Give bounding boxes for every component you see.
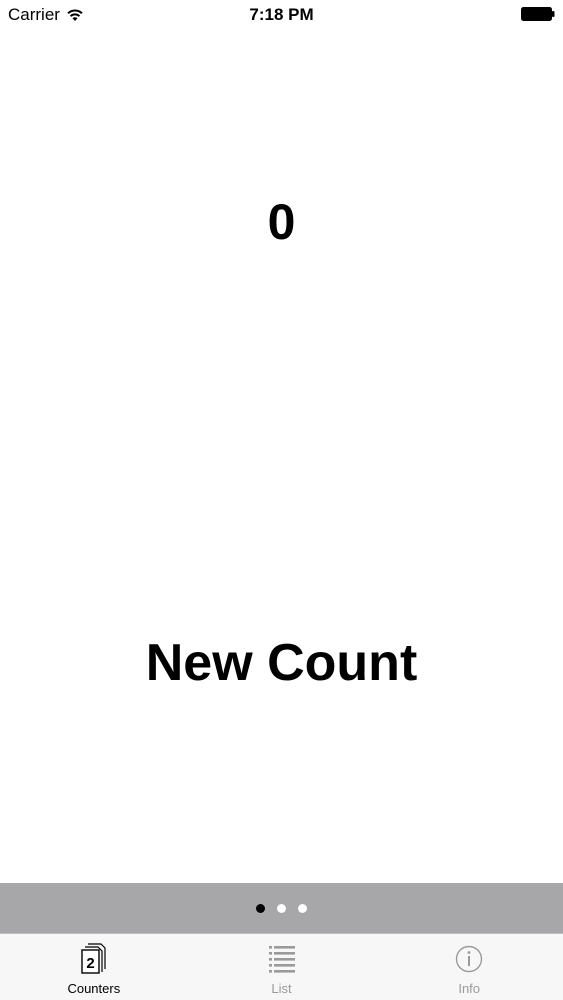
- tab-bar: 2 Counters List Info: [0, 933, 563, 1000]
- tab-counters-label: Counters: [67, 981, 121, 996]
- tab-list[interactable]: List: [188, 934, 376, 1000]
- page-indicator[interactable]: [0, 883, 563, 933]
- tab-counters[interactable]: 2 Counters: [0, 934, 188, 1000]
- page-dot-3[interactable]: [298, 903, 307, 913]
- new-count-button[interactable]: New Count: [100, 628, 463, 698]
- tab-info-label: Info: [458, 981, 481, 996]
- counters-icon: 2: [81, 943, 106, 974]
- page-dot-2[interactable]: [277, 903, 286, 913]
- page-dot-1[interactable]: [256, 903, 265, 913]
- tab-list-label: List: [271, 981, 292, 996]
- counters-badge: 2: [86, 955, 94, 972]
- count-value: 0: [267, 194, 296, 250]
- info-icon: [455, 945, 483, 973]
- tab-info[interactable]: Info: [375, 934, 563, 1000]
- status-time: 7:18 PM: [249, 5, 314, 24]
- list-icon: [268, 946, 295, 973]
- status-bar: Carrier 7:18 PM: [0, 0, 563, 30]
- battery-icon: [521, 7, 555, 21]
